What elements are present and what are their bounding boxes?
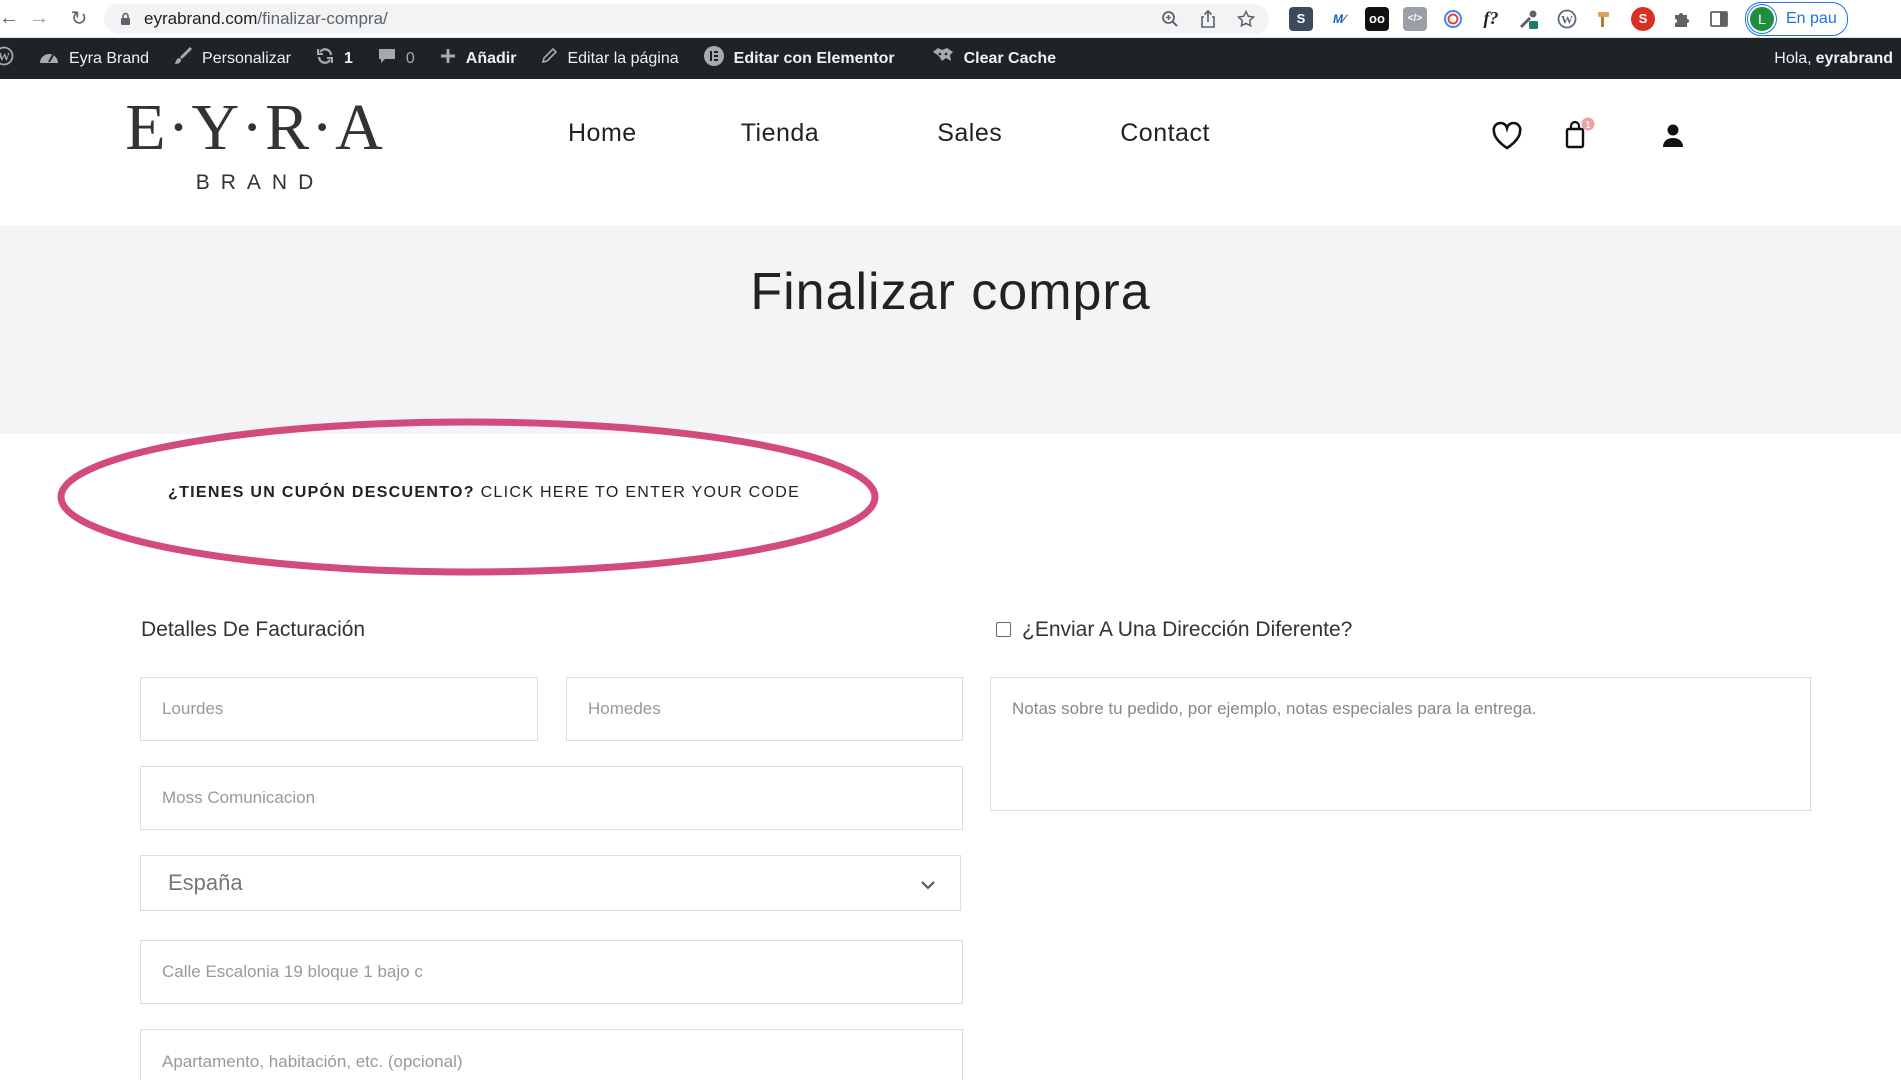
account-user-icon[interactable] (1661, 123, 1685, 154)
cheetah-icon (931, 46, 955, 71)
country-select[interactable]: España (140, 855, 961, 911)
address-line-2-field[interactable]: Apartamento, habitación, etc. (opcional) (140, 1029, 963, 1080)
country-selected-value: España (168, 870, 243, 895)
wordpress-extension-icon[interactable]: W (1555, 7, 1579, 31)
elementor-label: Editar con Elementor (733, 49, 895, 67)
page-title: Finalizar compra (750, 263, 1151, 321)
coupon-link[interactable]: CLICK HERE TO ENTER YOUR CODE (481, 484, 801, 501)
hammer-extension-icon[interactable] (1593, 7, 1617, 31)
site-name-menu[interactable]: Eyra Brand (26, 38, 161, 79)
reload-icon: ↻ (70, 8, 88, 30)
comment-bubble-icon (377, 47, 397, 70)
browser-toolbar: ← → ↻ eyrabrand.com/finalizar-compra/ S … (0, 0, 1901, 38)
updates-count: 1 (343, 49, 353, 67)
extensions-row: S M⁄ oo </> f? W S L En pau (1289, 1, 1848, 36)
page-title-band: Finalizar compra (0, 226, 1901, 434)
lock-icon (118, 12, 132, 26)
my-account-menu[interactable]: Hola, eyrabrand (1762, 38, 1901, 79)
cart-count-badge: 1 (1585, 120, 1591, 131)
updates-refresh-icon (315, 46, 335, 71)
eyedropper-extension-icon[interactable] (1517, 7, 1541, 31)
billing-heading: Detalles De Facturación (141, 618, 366, 641)
nav-home[interactable]: Home (568, 119, 637, 148)
wp-logo-menu[interactable]: W (0, 38, 26, 79)
oo-extension-icon[interactable]: oo (1365, 6, 1389, 31)
logo-wordmark: E·Y·R·A (125, 91, 385, 164)
bookmark-star-icon[interactable] (1235, 8, 1257, 30)
address-bar[interactable]: eyrabrand.com/finalizar-compra/ (104, 3, 1269, 34)
back-button[interactable]: ← (0, 0, 19, 38)
puzzle-extension-icon[interactable] (1669, 7, 1693, 31)
svg-text:W: W (0, 50, 10, 64)
clear-cache-label: Clear Cache (963, 49, 1057, 67)
pause-label: En pau (1786, 9, 1837, 27)
clear-cache-link[interactable]: Clear Cache (919, 38, 1069, 79)
nav-contact[interactable]: Contact (1120, 119, 1210, 148)
side-panel-icon[interactable] (1707, 7, 1731, 31)
zoom-icon[interactable] (1159, 8, 1181, 30)
cart-bag-icon[interactable]: 1 (1563, 117, 1597, 156)
logo-subtitle: BRAND (195, 171, 325, 194)
company-field[interactable]: Moss Comunicacion (140, 766, 963, 830)
add-new-menu[interactable]: Añadir (427, 38, 529, 79)
red-s-extension-icon[interactable]: S (1631, 6, 1655, 31)
paintbrush-icon (173, 46, 193, 71)
spiral-extension-icon[interactable] (1441, 7, 1465, 31)
forward-button[interactable]: → (18, 0, 60, 38)
coupon-question: ¿TIENES UN CUPÓN DESCUENTO? (168, 484, 475, 501)
m-extension-icon[interactable]: M⁄ (1327, 7, 1351, 31)
fontface-extension-icon[interactable]: f? (1479, 7, 1503, 31)
customize-label: Personalizar (202, 49, 291, 67)
updates-link[interactable]: 1 (303, 38, 365, 79)
username: eyrabrand (1815, 49, 1893, 67)
nav-sales[interactable]: Sales (937, 119, 1002, 148)
coupon-notice: ¿TIENES UN CUPÓN DESCUENTO? CLICK HERE T… (168, 484, 800, 502)
edit-page-link[interactable]: Editar la página (528, 38, 690, 79)
svg-text:W: W (1561, 12, 1573, 26)
wp-admin-bar: W Eyra Brand Personalizar 1 0 Añadir Edi… (0, 38, 1901, 79)
chevron-down-icon (920, 870, 936, 896)
url-path: /finalizar-compra/ (257, 8, 388, 28)
wishlist-heart-icon[interactable] (1491, 121, 1523, 156)
profile-avatar: L (1748, 4, 1776, 33)
greeting-label: Hola, (1774, 49, 1812, 67)
last-name-field[interactable]: Homedes (566, 677, 963, 741)
nav-tienda[interactable]: Tienda (741, 119, 820, 148)
comments-link[interactable]: 0 (365, 38, 427, 79)
main-navigation: Home Tienda Sales Contact (568, 119, 1210, 148)
add-new-label: Añadir (465, 49, 517, 67)
wordpress-logo-icon: W (0, 46, 14, 71)
pencil-icon (540, 47, 558, 70)
address-line-1-field[interactable]: Calle Escalonia 19 bloque 1 bajo c (140, 940, 963, 1004)
site-name: Eyra Brand (69, 49, 150, 67)
share-icon[interactable] (1197, 8, 1219, 30)
back-arrow-icon: ← (0, 7, 19, 29)
ship-different-checkbox[interactable] (996, 622, 1011, 637)
elementor-icon (703, 45, 725, 72)
ship-different-label: ¿Enviar A Una Dirección Diferente? (1022, 618, 1353, 641)
plus-icon (439, 47, 457, 70)
first-name-field[interactable]: Lourdes (140, 677, 538, 741)
forward-arrow-icon: → (29, 7, 49, 29)
order-notes-textarea[interactable]: Notas sobre tu pedido, por ejemplo, nota… (990, 677, 1811, 811)
code-extension-icon[interactable]: </> (1403, 6, 1427, 31)
customize-link[interactable]: Personalizar (161, 38, 303, 79)
site-logo[interactable]: E·Y·R·A BRAND (120, 93, 390, 195)
dashboard-gauge-icon (38, 47, 60, 70)
url-text: eyrabrand.com/finalizar-compra/ (144, 9, 388, 29)
comments-count: 0 (405, 49, 415, 67)
elementor-link[interactable]: Editar con Elementor (691, 38, 907, 79)
s-extension-icon[interactable]: S (1289, 6, 1313, 31)
reload-button[interactable]: ↻ (60, 0, 98, 38)
site-header: E·Y·R·A BRAND Home Tienda Sales Contact … (0, 79, 1901, 226)
profile-sync-button[interactable]: L En pau (1745, 1, 1848, 36)
url-host: eyrabrand.com (144, 8, 258, 28)
edit-page-label: Editar la página (567, 49, 679, 67)
